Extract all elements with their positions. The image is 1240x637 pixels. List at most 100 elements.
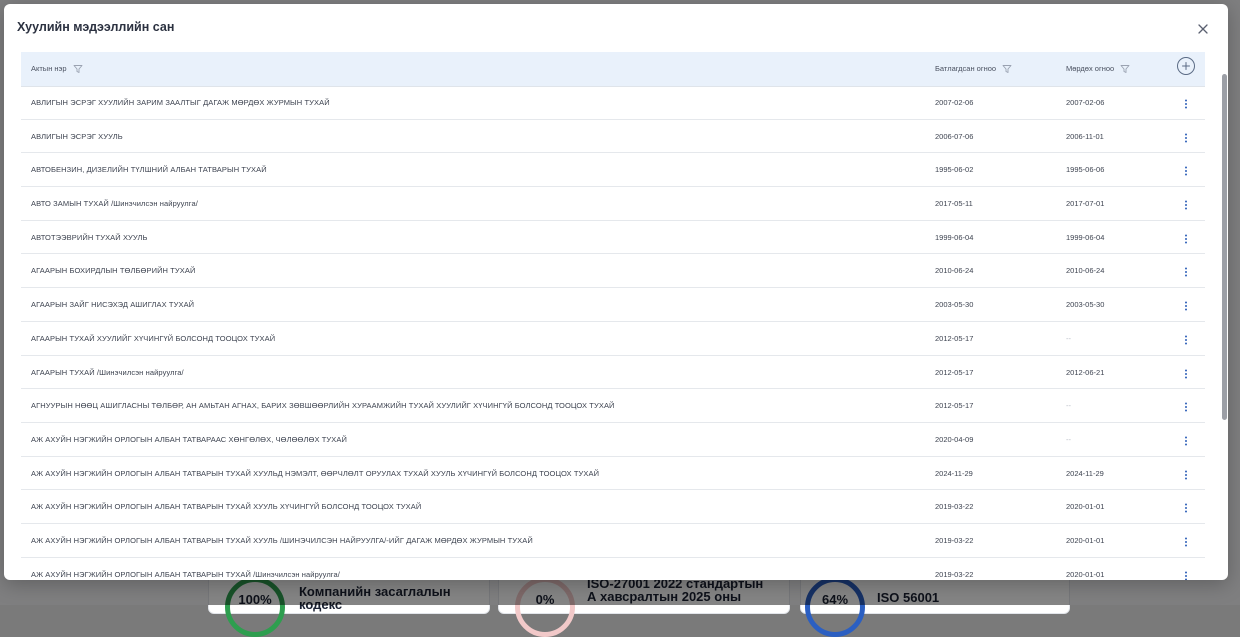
effective-date-cell: 2020-01-01 <box>1066 502 1105 512</box>
effective-date-cell: 2020-01-01 <box>1066 535 1105 545</box>
effective-date-cell: 2010-06-24 <box>1066 266 1105 276</box>
legal-database-modal: Хуулийн мэдээллийн сан Актын нэр Батлагд… <box>4 4 1228 580</box>
act-name-cell[interactable]: АЖ АХУЙН НЭГЖИЙН ОРЛОГЫН АЛБАН ТАТВАРЫН … <box>31 457 921 490</box>
effective-date-cell: 2020-01-01 <box>1066 569 1105 579</box>
laws-table: Актын нэр Батлагдсан огноо Мөрдөх огноо <box>21 52 1205 580</box>
column-header-approved-label: Батлагдсан огноо <box>935 64 997 73</box>
effective-date-cell: 2007-02-06 <box>1066 98 1105 107</box>
table-row[interactable]: АГААРЫН ТУХАЙ ХУУЛИЙГ ХҮЧИНГҮЙ БОЛСОНД Т… <box>21 322 1205 356</box>
effective-date-cell: -- <box>1066 333 1071 343</box>
act-name-cell[interactable]: АГААРЫН ЗАЙГ НИСЭХЭД АШИГЛАХ ТУХАЙ <box>31 288 921 321</box>
act-name-cell[interactable]: АЖ АХУЙН НЭГЖИЙН ОРЛОГЫН АЛБАН ТАТВАРЫН … <box>31 558 921 580</box>
effective-date-cell: 2006-11-01 <box>1066 131 1104 141</box>
modal-title: Хуулийн мэдээллийн сан <box>17 20 175 34</box>
approved-date-cell: 1995-06-02 <box>935 165 974 175</box>
approved-date-cell: 2003-05-30 <box>935 300 974 310</box>
filter-icon[interactable] <box>1120 64 1130 74</box>
row-menu-button[interactable] <box>1183 333 1189 345</box>
close-button[interactable] <box>1194 20 1212 38</box>
row-menu-button[interactable] <box>1183 535 1189 547</box>
more-vertical-icon <box>1185 369 1187 378</box>
effective-date-cell: 2012-06-21 <box>1066 367 1105 377</box>
table-row[interactable]: АЖ АХУЙН НЭГЖИЙН ОРЛОГЫН АЛБАН ТАТВАРЫН … <box>21 490 1205 524</box>
row-menu-button[interactable] <box>1183 400 1189 412</box>
column-header-name-label: Актын нэр <box>31 64 67 73</box>
column-header-approved: Батлагдсан огноо <box>935 52 1012 86</box>
vertical-scrollbar[interactable] <box>1222 52 1228 580</box>
act-name-cell[interactable]: АГААРЫН БОХИРДЛЫН ТӨЛБӨРИЙН ТУХАЙ <box>31 254 921 287</box>
more-vertical-icon <box>1185 470 1187 480</box>
more-vertical-icon <box>1185 166 1187 176</box>
table-header: Актын нэр Батлагдсан огноо Мөрдөх огноо <box>21 52 1205 87</box>
act-name-cell[interactable]: АВЛИГЫН ЭСРЭГ ХУУЛИЙН ЗАРИМ ЗААЛТЫГ ДАГА… <box>31 86 921 119</box>
approved-date-cell: 2012-05-17 <box>935 367 974 377</box>
row-menu-button[interactable] <box>1183 468 1189 480</box>
table-body: АВЛИГЫН ЭСРЭГ ХУУЛИЙН ЗАРИМ ЗААЛТЫГ ДАГА… <box>21 86 1205 580</box>
act-name-cell[interactable]: АВТОБЕНЗИН, ДИЗЕЛИЙН ТҮЛШНИЙ АЛБАН ТАТВА… <box>31 153 921 186</box>
row-menu-button[interactable] <box>1183 131 1189 143</box>
approved-date-cell: 2006-07-06 <box>935 131 974 141</box>
table-row[interactable]: АВТО ЗАМЫН ТУХАЙ /Шинэчилсэн найруулга/2… <box>21 187 1205 221</box>
more-vertical-icon <box>1185 402 1187 412</box>
row-menu-button[interactable] <box>1183 164 1189 176</box>
act-name-cell[interactable]: АВТО ЗАМЫН ТУХАЙ /Шинэчилсэн найруулга/ <box>31 187 921 220</box>
approved-date-cell: 2017-05-11 <box>935 199 973 209</box>
row-menu-button[interactable] <box>1183 198 1189 210</box>
column-header-effective-label: Мөрдөх огноо <box>1066 64 1115 73</box>
row-menu-button[interactable] <box>1183 501 1189 513</box>
row-menu-button[interactable] <box>1183 232 1189 244</box>
effective-date-cell: -- <box>1066 434 1071 444</box>
table-row[interactable]: АГНУУРЫН НӨӨЦ АШИГЛАСНЫ ТӨЛБӨР, АН АМЬТА… <box>21 389 1205 423</box>
approved-date-cell: 2019-03-22 <box>935 569 974 579</box>
table-row[interactable]: АГААРЫН ЗАЙГ НИСЭХЭД АШИГЛАХ ТУХАЙ 2003-0… <box>21 288 1205 322</box>
table-row[interactable]: АЖ АХУЙН НЭГЖИЙН ОРЛОГЫН АЛБАН ТАТВАРЫН … <box>21 524 1205 558</box>
act-name-cell[interactable]: АВТОТЭЭВРИЙН ТУХАЙ ХУУЛЬ <box>31 221 921 254</box>
act-name-cell[interactable]: АЖ АХУЙН НЭГЖИЙН ОРЛОГЫН АЛБАН ТАТВАРЫН … <box>31 524 921 557</box>
row-menu-button[interactable] <box>1183 265 1189 277</box>
plus-icon <box>1182 62 1190 70</box>
more-vertical-icon <box>1185 200 1187 210</box>
filter-icon[interactable] <box>73 64 83 74</box>
more-vertical-icon <box>1185 267 1187 277</box>
table-row[interactable]: АЖ АХУЙН НЭГЖИЙН ОРЛОГЫН АЛБАН ТАТВАРЫН … <box>21 457 1205 491</box>
more-vertical-icon <box>1185 133 1187 143</box>
table-row[interactable]: АВЛИГЫН ЭСРЭГ ХУУЛЬ 2006-07-06 2006-11-01 <box>21 120 1205 154</box>
act-name-cell[interactable]: АГААРЫН ТУХАЙ ХУУЛИЙГ ХҮЧИНГҮЙ БОЛСОНД Т… <box>31 322 921 355</box>
act-name-cell[interactable]: АЖ АХУЙН НЭГЖИЙН ОРЛОГЫН АЛБАН ТАТВАРААС… <box>31 423 921 456</box>
add-column-button[interactable] <box>1177 57 1195 75</box>
more-vertical-icon <box>1185 436 1187 446</box>
row-menu-button[interactable] <box>1183 367 1189 379</box>
close-icon <box>1198 24 1208 34</box>
approved-date-cell: 1999-06-04 <box>935 232 974 242</box>
more-vertical-icon <box>1185 537 1187 547</box>
effective-date-cell: 2017-07-01 <box>1066 199 1105 209</box>
table-row[interactable]: АВЛИГЫН ЭСРЭГ ХУУЛИЙН ЗАРИМ ЗААЛТЫГ ДАГА… <box>21 86 1205 120</box>
more-vertical-icon <box>1185 335 1187 345</box>
table-row[interactable]: АВТОТЭЭВРИЙН ТУХАЙ ХУУЛЬ 1999-06-04 1999-0… <box>21 221 1205 255</box>
approved-date-cell: 2020-04-09 <box>935 434 974 444</box>
more-vertical-icon <box>1185 99 1187 109</box>
approved-date-cell: 2019-03-22 <box>935 502 974 512</box>
row-menu-button[interactable] <box>1183 299 1189 311</box>
table-row[interactable]: АЖ АХУЙН НЭГЖИЙН ОРЛОГЫН АЛБАН ТАТВАРЫН … <box>21 558 1205 580</box>
act-name-cell[interactable]: АЖ АХУЙН НЭГЖИЙН ОРЛОГЫН АЛБАН ТАТВАРЫН … <box>31 490 921 523</box>
table-row[interactable]: АЖ АХУЙН НЭГЖИЙН ОРЛОГЫН АЛБАН ТАТВАРААС… <box>21 423 1205 457</box>
act-name-cell[interactable]: АГНУУРЫН НӨӨЦ АШИГЛАСНЫ ТӨЛБӨР, АН АМЬТА… <box>31 389 921 422</box>
row-menu-button[interactable] <box>1183 434 1189 446</box>
effective-date-cell: 1995-06-06 <box>1066 165 1105 175</box>
approved-date-cell: 2007-02-06 <box>935 98 974 107</box>
column-header-name: Актын нэр <box>31 52 83 86</box>
table-row[interactable]: АГААРЫН БОХИРДЛЫН ТӨЛБӨРИЙН ТУХАЙ 2010-06… <box>21 254 1205 289</box>
table-row[interactable]: АГААРЫН ТУХАЙ /Шинэчилсэн найруулга/2012… <box>21 356 1205 390</box>
filter-icon[interactable] <box>1002 64 1012 74</box>
table-row[interactable]: АВТОБЕНЗИН, ДИЗЕЛИЙН ТҮЛШНИЙ АЛБАН ТАТВА… <box>21 153 1205 188</box>
act-name-cell[interactable]: АГААРЫН ТУХАЙ /Шинэчилсэн найруулга/ <box>31 356 921 389</box>
row-menu-button[interactable] <box>1183 569 1189 580</box>
column-header-effective: Мөрдөх огноо <box>1066 52 1130 86</box>
act-name-cell[interactable]: АВЛИГЫН ЭСРЭГ ХУУЛЬ <box>31 120 921 153</box>
scroll-thumb[interactable] <box>1222 74 1227 420</box>
more-vertical-icon <box>1185 503 1187 513</box>
row-menu-button[interactable] <box>1183 97 1189 109</box>
effective-date-cell: 1999-06-04 <box>1066 232 1105 242</box>
effective-date-cell: -- <box>1066 401 1071 411</box>
